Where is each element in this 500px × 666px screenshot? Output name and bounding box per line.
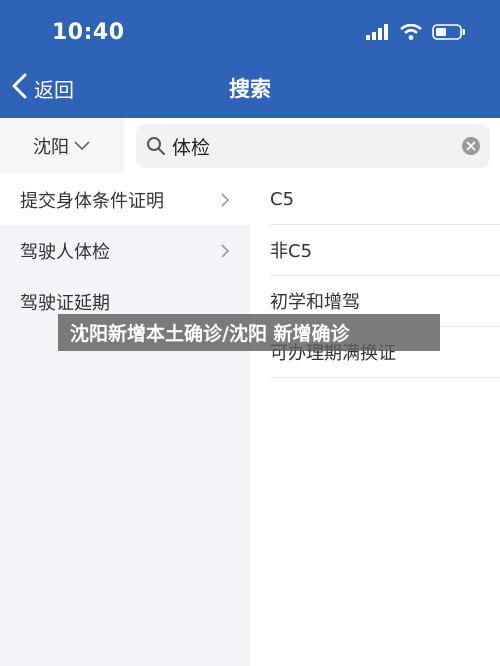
chevron-right-icon [220,192,230,213]
search-icon [146,136,166,160]
clear-icon[interactable] [462,137,480,159]
overlay-caption: 沈阳新增本土确诊/沈阳 新增确诊 [58,314,440,351]
status-time: 10:40 [52,20,125,45]
signal-icon [366,24,390,44]
search-input[interactable] [172,130,452,162]
category-label: 驾驶证延期 [20,292,110,314]
search-bar: 沈阳 [0,118,500,174]
category-list: 提交身体条件证明 驾驶人体检 驾驶证延期 [0,174,250,666]
wifi-icon [400,23,422,44]
category-item[interactable]: 驾驶人体检 [0,225,250,276]
result-item[interactable]: C5 [270,174,500,225]
search-box [136,124,490,168]
chevron-down-icon [73,137,91,156]
result-list: C5 非C5 初学和增驾 可办理期满换证 [250,174,500,666]
chevron-right-icon [220,243,230,264]
page-title: 搜索 [229,77,271,101]
result-item[interactable]: 非C5 [270,225,500,276]
battery-icon [432,24,466,44]
category-label: 提交身体条件证明 [20,190,164,212]
status-icons [366,23,466,44]
category-item[interactable]: 提交身体条件证明 [0,174,250,225]
app-header: 10:40 返回 搜索 [0,0,500,118]
category-label: 驾驶人体检 [20,241,110,263]
city-select[interactable]: 沈阳 [0,118,124,174]
city-label: 沈阳 [33,137,69,158]
